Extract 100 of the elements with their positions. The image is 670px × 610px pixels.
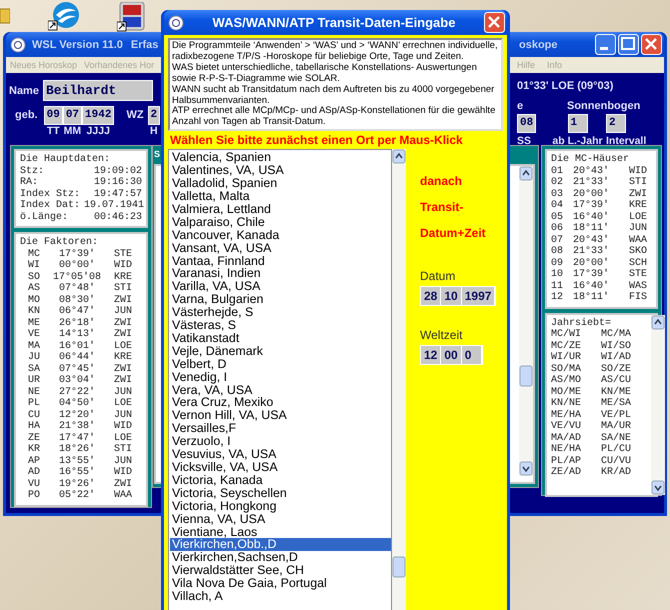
table-cell-text: 01 [551,166,564,177]
table-cell-text: WAA [112,490,133,502]
list-item[interactable]: Valmiera, Lettland [170,202,391,216]
list-item[interactable]: Valletta, Malta [170,190,391,203]
date-field[interactable]: 1942 [82,106,114,125]
list-item[interactable]: Varanasi, Indien [170,267,391,280]
table-cell-text: STE [112,248,133,260]
list-item[interactable]: Västerhejde, S [170,306,391,320]
list-item[interactable]: Victoria, Kanada [170,474,391,487]
table-cell-text: 19°26' [58,478,96,490]
window-title: WSL Version 11.0 [32,38,123,50]
date-field[interactable]: 10 [441,287,462,306]
list-item[interactable]: Valencia, Spanien [170,151,391,164]
table-cell-text: VE/VU [551,421,582,432]
dialog-title: WAS/WANN/ATP Transit-Daten-Eingabe [212,15,456,30]
info-paragraph: ATP errechnet alle MCp/MCp- und ASp/ASp-Konstellationen für die gewählte Anzahl von Tagen ab Transit-Datum. [172,106,496,128]
list-item[interactable]: Villach, A [170,590,391,603]
table-cell-text: SA [26,364,41,375]
table-cell-text: KN/ME [601,386,632,398]
table-cell-text: MC/WI [551,329,582,340]
table-cell-text: 07°45' [58,364,96,374]
table-cell-text: 03°04' [58,375,96,386]
wz-label: WZ [126,109,144,121]
number-field[interactable]: 1 [568,114,588,133]
table-cell-text: 05°22' [58,490,96,502]
list-item[interactable]: Varilla, VA, USA [170,280,391,294]
table-cell-text: 20°00' [573,188,610,200]
table-cell-text: 09 [551,258,564,269]
close-button[interactable] [484,12,505,33]
list-item[interactable]: Victoria, Seyschellen [170,486,391,500]
table-cell-text: LOE [629,212,648,223]
table-cell-text: 12 [551,292,564,304]
list-item[interactable]: Vera Cruz, Mexiko [170,396,391,410]
list-item[interactable]: Vejle, Dänemark [170,344,391,358]
list-item[interactable]: Valentines, VA, USA [170,164,391,178]
data-label: RA: [20,177,38,188]
panel-title: Jahrsiebt= [551,318,612,328]
table-cell-text: 18°26' [58,444,96,456]
list-item[interactable]: Vicksville, VA, USA [170,461,391,474]
list-item[interactable]: Venedig, I [170,370,391,384]
table-cell-text: WAS [629,280,648,292]
list-item[interactable]: Varna, Bulgarien [170,293,391,306]
list-item[interactable]: Vierwaldstätter See, CH [170,564,391,578]
list-item[interactable]: Versailles,F [170,422,391,436]
data-label: Index Dat: [20,200,80,212]
name-field[interactable]: Beilhardt [42,80,153,101]
list-item[interactable]: Velbert, D [170,358,391,371]
table-cell-text: ZWI [112,329,133,340]
list-item[interactable]: Verzuolo, I [170,435,391,448]
list-item[interactable]: Valparaiso, Chile [170,216,391,229]
table-cell-text: LOE [112,398,133,410]
date-field[interactable]: 28 [421,287,442,306]
list-item[interactable]: Vansant, VA, USA [170,242,391,254]
date-field[interactable]: 1997 [462,287,496,306]
list-item[interactable]: Vesuvius, VA, USA [170,448,391,461]
table-cell-text: 26°18' [58,318,96,328]
list-item[interactable]: Vierkirchen,Obb.,D [170,538,391,552]
table-cell-text: 17°39' [573,269,610,280]
list-item[interactable]: Vienna, VA, USA [170,512,391,526]
place-list[interactable] [168,149,392,610]
table-cell-text: 21°38' [58,421,96,432]
list-item[interactable]: Vatikanstadt [170,332,391,345]
time-field[interactable]: 0 [462,346,482,364]
number-field[interactable]: 2 [606,114,626,133]
table-cell-text: MA/AD [551,432,582,444]
list-item[interactable]: Vierkirchen,Sachsen,D [170,551,391,564]
minimize-button[interactable] [595,34,616,55]
table-cell-text: STI [112,444,133,456]
wz-field[interactable]: 2 [148,106,160,125]
table-cell-text: 16°40' [573,280,610,292]
list-item[interactable]: Vancouver, Kanada [170,228,391,242]
table-cell-text: 02 [551,177,564,188]
list-item[interactable]: Vernon Hill, VA, USA [170,409,391,422]
date-field[interactable]: 07 [62,106,82,125]
table-cell-text: MA/UR [601,421,632,432]
list-item[interactable]: Vera, VA, USA [170,384,391,396]
list-item[interactable]: Västeras, S [170,319,391,332]
app-icon [117,2,145,32]
list-item[interactable]: Vientiane, Laos [170,526,391,538]
time-field[interactable]: 00 [441,346,462,364]
table-cell-text: WAA [629,234,648,246]
date-label: Datum [420,269,456,284]
date-field[interactable]: 09 [44,106,63,125]
table-cell-text: ME/HA [551,410,582,420]
list-item[interactable]: Vantaa, Finnland [170,254,391,268]
table-cell-text: 12°20' [58,410,96,420]
maximize-button[interactable] [618,34,639,55]
time-field[interactable]: 12 [421,346,442,364]
time-field[interactable]: 08 [517,114,536,133]
table-cell-text: KN [26,306,41,318]
list-item[interactable]: Valladolid, Spanien [170,177,391,190]
table-cell-text: AP [26,456,41,467]
table-cell-text: ZWI [112,318,133,329]
list-item[interactable]: Victoria, Hongkong [170,500,391,513]
app-icon [168,14,184,30]
list-item[interactable]: Vila Nova De Gaia, Portugal [170,577,391,590]
close-button[interactable] [641,34,662,55]
table-cell-text: KRE [629,200,648,212]
table-cell-text: NE [26,386,41,398]
table-cell-text: 00°00' [58,260,96,272]
